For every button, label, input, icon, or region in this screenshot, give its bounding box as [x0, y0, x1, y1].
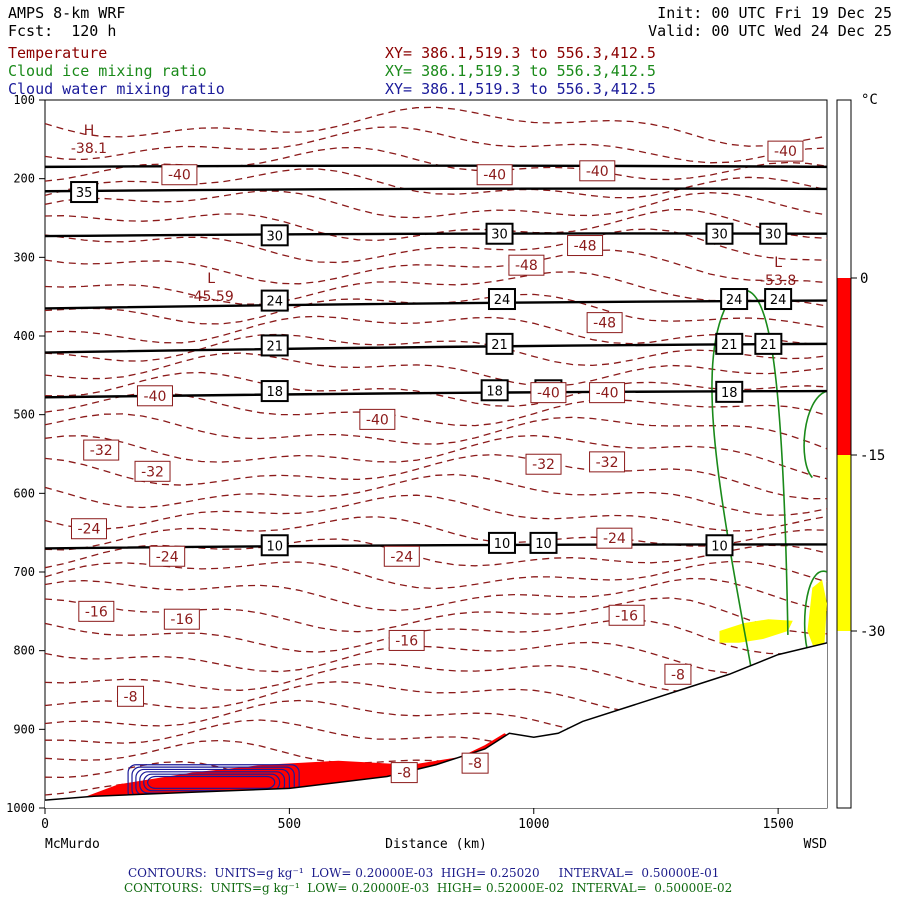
- temperature-label: -32: [90, 443, 113, 459]
- temperature-label: -32: [141, 464, 164, 480]
- y-tick-label: 200: [13, 172, 35, 186]
- extremum-type: L: [774, 255, 782, 271]
- y-tick-label: 800: [13, 644, 35, 658]
- theta-label: 21: [760, 338, 777, 353]
- theta-label: 10: [266, 539, 283, 554]
- extremum-value: -53.8: [760, 273, 796, 289]
- theta-label: 30: [266, 229, 283, 244]
- colorbar-segment: [837, 100, 851, 278]
- x-tick-label: 1000: [518, 817, 549, 832]
- temperature-label: -16: [85, 604, 108, 620]
- theta-label: 24: [726, 293, 743, 308]
- colorbar-segment: [837, 631, 851, 808]
- cross-section-chart: 3530303030242424242121212118181818101010…: [6, 92, 885, 852]
- theta-label: 10: [535, 537, 552, 552]
- y-tick-label: 600: [13, 486, 35, 500]
- temperature-label: -16: [615, 608, 638, 624]
- y-tick-label: 900: [13, 722, 35, 736]
- temperature-label: -40: [774, 144, 797, 160]
- footer-contours-water: CONTOURS: UNITS=g kg⁻¹ LOW= 0.20000E-03 …: [128, 866, 720, 880]
- x-axis-label: Distance (km): [385, 837, 487, 852]
- theta-label: 21: [721, 338, 738, 353]
- temperature-label: -24: [390, 549, 413, 565]
- theta-label: 24: [770, 293, 787, 308]
- temperature-label: -24: [156, 549, 179, 565]
- extremum-type: L: [207, 271, 215, 287]
- theta-label: 21: [491, 338, 508, 353]
- temperature-label: -40: [537, 386, 560, 402]
- temperature-label: -40: [483, 168, 506, 184]
- temperature-label: -40: [144, 389, 167, 405]
- theta-label: 24: [266, 295, 283, 310]
- temperature-label: -32: [596, 455, 619, 471]
- theta-label: 18: [486, 384, 503, 399]
- x-endpoint-left: McMurdo: [45, 837, 100, 852]
- x-endpoint-right: WSD: [804, 837, 828, 852]
- temperature-label: -48: [593, 316, 616, 332]
- extremum-value: -45.59: [189, 289, 234, 305]
- colorbar-unit: °C: [861, 92, 878, 108]
- extremum-value: -38.1: [71, 141, 107, 157]
- y-tick-label: 700: [13, 565, 35, 579]
- colorbar-tick-label: 0: [860, 271, 868, 287]
- theta-label: 35: [76, 186, 93, 201]
- y-tick-label: 400: [13, 329, 35, 343]
- extremum-type: H: [84, 123, 95, 139]
- y-tick-label: 1000: [6, 801, 35, 815]
- theta-label: 18: [721, 386, 738, 401]
- theta-label: 30: [711, 228, 728, 243]
- temperature-label: -48: [515, 258, 538, 274]
- theta-label: 30: [491, 228, 508, 243]
- temperature-label: -40: [366, 412, 389, 428]
- theta-label: 10: [711, 539, 728, 554]
- temperature-label: -48: [574, 239, 597, 255]
- theta-label: 10: [494, 537, 511, 552]
- colorbar-tick-label: -30: [860, 624, 885, 640]
- temperature-label: -40: [168, 168, 191, 184]
- temperature-label: -16: [395, 633, 418, 649]
- footer-contours-ice: CONTOURS: UNITS=g kg⁻¹ LOW= 0.20000E-03 …: [124, 881, 733, 895]
- temperature-label: -8: [468, 756, 482, 772]
- temperature-label: -8: [124, 689, 138, 705]
- colorbar-segment: [837, 455, 851, 631]
- temperature-label: -8: [397, 766, 411, 782]
- y-tick-label: 300: [13, 250, 35, 264]
- theta-label: 30: [765, 228, 782, 243]
- temperature-label: -24: [78, 522, 101, 538]
- x-tick-label: 500: [278, 817, 301, 832]
- temperature-label: -40: [596, 386, 619, 402]
- colorbar-tick-label: -15: [860, 448, 885, 464]
- theta-label: 24: [494, 293, 511, 308]
- temperature-label: -8: [671, 667, 685, 683]
- theta-label: 18: [266, 385, 283, 400]
- theta-label: 21: [266, 339, 283, 354]
- temperature-label: -24: [603, 531, 626, 547]
- temperature-label: -40: [586, 164, 609, 180]
- y-tick-label: 100: [13, 93, 35, 107]
- x-tick-label: 1500: [762, 817, 793, 832]
- temperature-label: -32: [532, 457, 555, 473]
- temperature-label: -16: [170, 612, 193, 628]
- colorbar-segment: [837, 278, 851, 455]
- x-tick-label: 0: [41, 817, 49, 832]
- y-tick-label: 500: [13, 408, 35, 422]
